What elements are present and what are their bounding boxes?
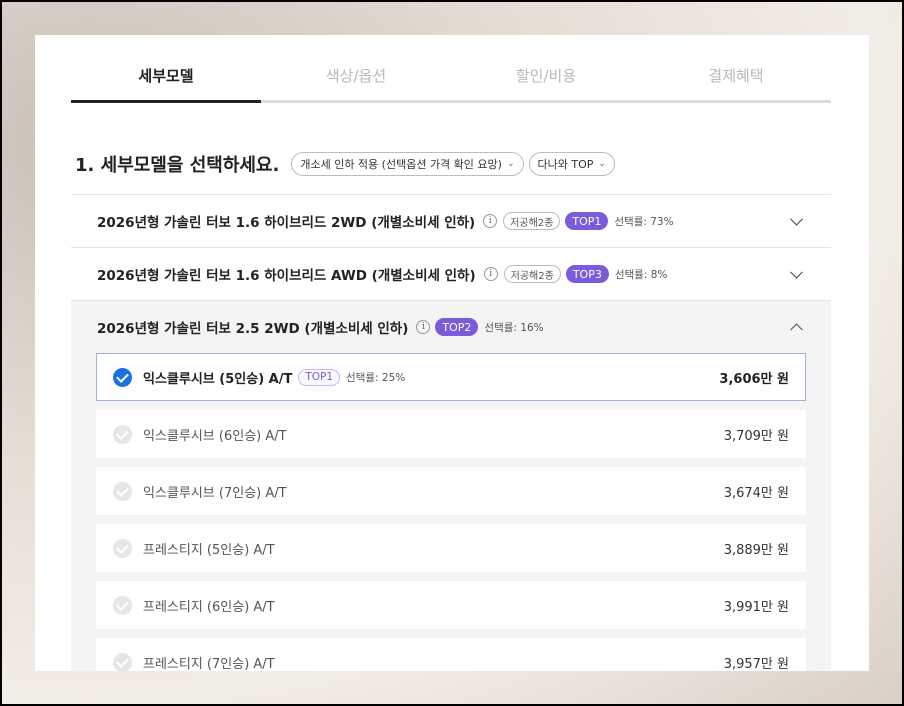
info-icon[interactable]: i	[416, 320, 431, 334]
section-title: 1. 세부모델을 선택하세요.	[75, 155, 280, 176]
model-name: 2026년형 가솔린 터보 2.5 2WD (개별소비세 인하)	[97, 321, 409, 337]
check-icon	[113, 481, 132, 501]
tab-discount-cost[interactable]: 할인/비용	[451, 57, 641, 100]
tab-color-options[interactable]: 색상/옵션	[261, 57, 451, 100]
top-rank-badge: TOP1	[565, 212, 609, 230]
trim-price: 3,606만 원	[719, 371, 789, 387]
tax-filter-label: 개소세 인하 적용 (선택옵션 가격 확인 요망)	[300, 158, 502, 171]
trim-name: 익스클루시브 (7인승) A/T	[143, 485, 287, 501]
section-header: 1. 세부모델을 선택하세요. 개소세 인하 적용 (선택옵션 가격 확인 요망…	[75, 151, 620, 177]
model-row-hybrid-awd[interactable]: 2026년형 가솔린 터보 1.6 하이브리드 AWD (개별소비세 인하) i…	[71, 247, 831, 300]
model-row-hybrid-2wd[interactable]: 2026년형 가솔린 터보 1.6 하이브리드 2WD (개별소비세 인하) i…	[71, 194, 831, 247]
selection-rate: 선택률: 8%	[614, 268, 668, 281]
check-icon	[113, 424, 132, 444]
chevron-down-icon[interactable]	[790, 212, 803, 226]
model-list: 2026년형 가솔린 터보 1.6 하이브리드 2WD (개별소비세 인하) i…	[71, 194, 831, 671]
low-emission-badge: 저공해2종	[503, 212, 561, 230]
sort-label: 다나와 TOP	[537, 158, 594, 171]
check-icon	[113, 595, 132, 615]
trim-option[interactable]: 프레스티지 (7인승) A/T 3,957만 원	[96, 638, 806, 671]
trim-option[interactable]: 익스클루시브 (5인승) A/T TOP1 선택률: 25% 3,606만 원	[96, 353, 806, 401]
selection-rate: 선택률: 16%	[484, 321, 544, 334]
check-icon	[113, 652, 132, 671]
trim-name: 프레스티지 (5인승) A/T	[143, 542, 275, 558]
selection-rate: 선택률: 73%	[614, 215, 674, 228]
tab-payment-benefits[interactable]: 결제혜택	[641, 57, 831, 100]
trim-price: 3,674만 원	[723, 485, 789, 501]
trim-option[interactable]: 프레스티지 (6인승) A/T 3,991만 원	[96, 581, 806, 629]
model-name: 2026년형 가솔린 터보 1.6 하이브리드 2WD (개별소비세 인하)	[97, 215, 476, 231]
trim-price: 3,957만 원	[723, 656, 789, 672]
trim-option[interactable]: 익스클루시브 (7인승) A/T 3,674만 원	[96, 467, 806, 515]
check-icon	[113, 367, 132, 387]
tab-submodel[interactable]: 세부모델	[71, 57, 261, 103]
model-row-turbo-2wd[interactable]: 2026년형 가솔린 터보 2.5 2WD (개별소비세 인하) i TOP2 …	[71, 300, 831, 353]
trim-name: 익스클루시브 (5인승) A/T	[143, 371, 293, 387]
top-rank-badge: TOP1	[298, 368, 341, 386]
tax-filter-dropdown[interactable]: 개소세 인하 적용 (선택옵션 가격 확인 요망) ⌄	[291, 152, 524, 176]
info-icon[interactable]: i	[483, 214, 498, 228]
trim-option[interactable]: 익스클루시브 (6인승) A/T 3,709만 원	[96, 410, 806, 458]
chevron-down-icon: ⌄	[506, 159, 515, 169]
trim-list: 익스클루시브 (5인승) A/T TOP1 선택률: 25% 3,606만 원 …	[71, 353, 831, 671]
trim-name: 프레스티지 (7인승) A/T	[143, 656, 275, 672]
chevron-up-icon[interactable]	[790, 323, 803, 337]
trim-name: 익스클루시브 (6인승) A/T	[143, 428, 287, 444]
trim-price: 3,889만 원	[723, 542, 789, 558]
top-rank-badge: TOP3	[565, 265, 609, 283]
check-icon	[113, 538, 132, 558]
chevron-down-icon: ⌄	[598, 159, 606, 169]
info-icon[interactable]: i	[483, 267, 498, 281]
chevron-down-icon[interactable]	[790, 265, 803, 279]
trim-price: 3,709만 원	[723, 428, 789, 444]
model-name: 2026년형 가솔린 터보 1.6 하이브리드 AWD (개별소비세 인하)	[97, 268, 476, 284]
low-emission-badge: 저공해2종	[503, 265, 561, 283]
configurator-panel: 세부모델 색상/옵션 할인/비용 결제혜택 1. 세부모델을 선택하세요. 개소…	[35, 35, 869, 671]
trim-option[interactable]: 프레스티지 (5인승) A/T 3,889만 원	[96, 524, 806, 572]
sort-dropdown[interactable]: 다나와 TOP ⌄	[528, 152, 615, 176]
step-tabs: 세부모델 색상/옵션 할인/비용 결제혜택	[71, 57, 831, 103]
trim-price: 3,991만 원	[723, 599, 789, 615]
top-rank-badge: TOP2	[435, 318, 479, 336]
trim-name: 프레스티지 (6인승) A/T	[143, 599, 275, 615]
selection-rate: 선택률: 25%	[346, 371, 406, 384]
